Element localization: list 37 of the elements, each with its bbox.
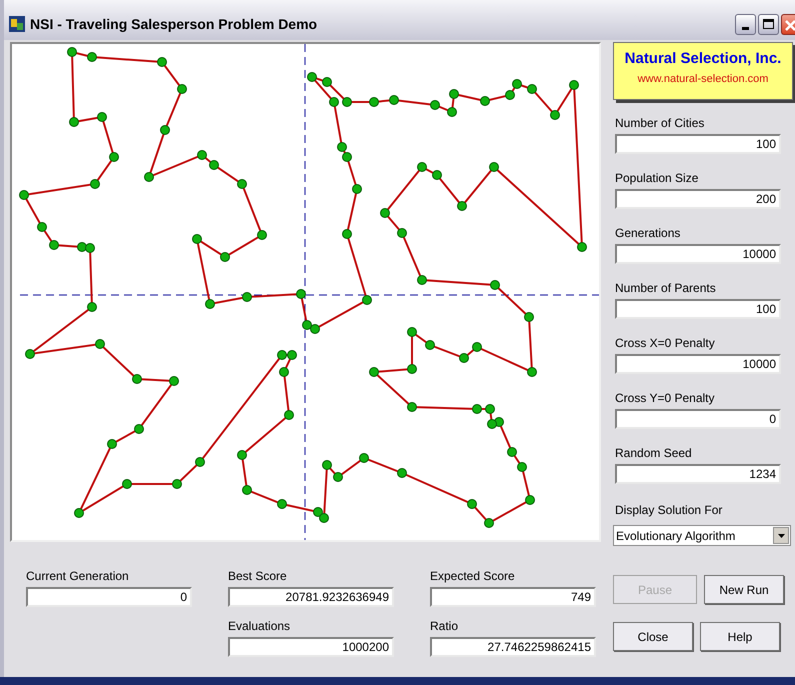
input-field[interactable]: 0 (615, 409, 781, 429)
minimize-button[interactable] (735, 14, 756, 34)
field-label: Cross Y=0 Penalty (615, 392, 716, 404)
input-field[interactable]: 1000200 (228, 637, 394, 657)
field-label: Ratio (430, 620, 460, 632)
field-label: Number of Parents (615, 282, 717, 294)
field-label: Best Score (228, 570, 288, 582)
input-field[interactable]: 100 (615, 299, 781, 319)
close-button[interactable] (781, 14, 795, 34)
input-field[interactable]: 749 (430, 587, 596, 607)
input-field[interactable]: 100 (615, 134, 781, 154)
window-title: NSI - Traveling Salesperson Problem Demo (30, 14, 318, 34)
field-label: Generations (615, 227, 682, 239)
input-field[interactable]: 1234 (615, 464, 781, 484)
input-field[interactable]: 10000 (615, 244, 781, 264)
field-label: Current Generation (26, 570, 130, 582)
field-label: Display Solution For (615, 502, 724, 519)
app-icon (8, 15, 26, 33)
action-button[interactable]: Close (613, 622, 693, 651)
input-field[interactable]: 27.7462259862415 (430, 637, 596, 657)
field-label: Number of Cities (615, 117, 706, 129)
field-label: Population Size (615, 172, 700, 184)
input-field[interactable]: 0 (26, 587, 192, 607)
dropdown-arrow-icon (778, 534, 784, 538)
field-label: Cross X=0 Penalty (615, 337, 716, 349)
maximize-button[interactable] (758, 14, 779, 34)
input-field[interactable]: 20781.9232636949 (228, 587, 394, 607)
solution-dropdown[interactable]: Evolutionary Algorithm (613, 525, 791, 546)
company-url: www.natural-selection.com (638, 74, 768, 85)
field-label: Evaluations (228, 620, 292, 632)
action-button[interactable]: New Run (704, 575, 784, 604)
field-label: Expected Score (430, 570, 516, 582)
action-button[interactable]: Help (700, 622, 780, 651)
field-label: Random Seed (615, 447, 693, 459)
input-field[interactable]: 10000 (615, 354, 781, 374)
input-field[interactable]: 200 (615, 189, 781, 209)
company-name: Natural Selection, Inc. (624, 51, 782, 66)
